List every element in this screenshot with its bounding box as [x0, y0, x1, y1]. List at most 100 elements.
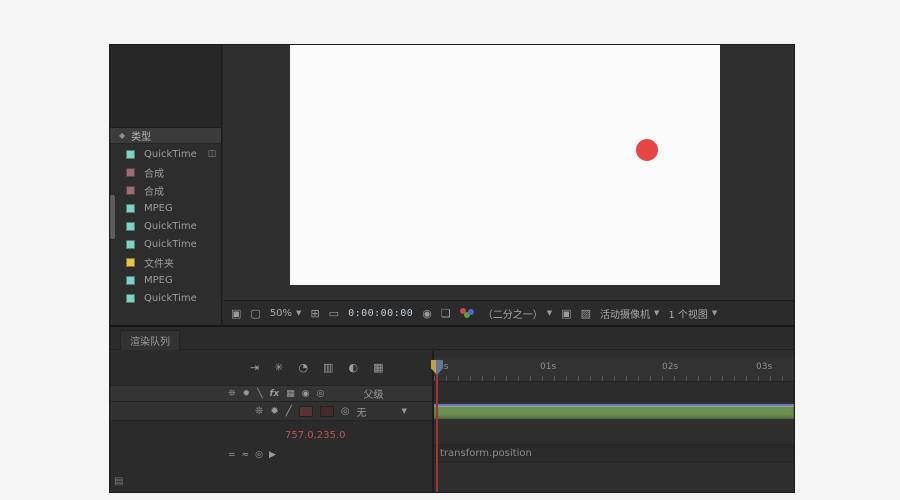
project-item-list: QuickTime ◫ 合成 合成 MPEG QuickTime: [110, 145, 221, 325]
motion-blur-icon[interactable]: ◐: [348, 361, 358, 374]
project-item-label: QuickTime: [144, 293, 197, 304]
ruler-ticks: [434, 376, 794, 381]
grid-guides-icon[interactable]: ⊞: [310, 308, 319, 319]
layer-quality-icon[interactable]: ╱: [286, 406, 292, 417]
layer-collapse-icon[interactable]: ✹: [270, 406, 278, 417]
project-scrollbar[interactable]: [110, 195, 115, 239]
folder-icon: [126, 258, 135, 267]
selection-corner-icon: [629, 132, 637, 140]
shy-column-icon[interactable]: ❊: [228, 389, 236, 399]
motion-blur-column-icon[interactable]: ◉: [302, 389, 310, 399]
expression-enable-icon[interactable]: =: [228, 450, 236, 460]
composition-icon: [126, 168, 135, 177]
view-layout-value: 1 个视图: [668, 306, 708, 321]
parent-value[interactable]: 无: [357, 404, 367, 419]
chevron-down-icon[interactable]: ▼: [402, 407, 407, 415]
project-item-label: 合成: [144, 183, 164, 198]
chevron-down-icon: ▼: [296, 309, 301, 317]
timeline-column-header: ❊ ✹ ╲ fx ▦ ◉ ◎ 父级: [110, 385, 432, 402]
quicktime-footage-icon: [126, 222, 135, 231]
parent-column-label[interactable]: 父级: [363, 386, 383, 401]
composition-canvas[interactable]: [290, 45, 720, 285]
project-item-label: QuickTime: [144, 149, 197, 160]
project-item-label: QuickTime: [144, 221, 197, 232]
layer-duration-bar[interactable]: [434, 404, 794, 419]
project-item-row[interactable]: MPEG: [110, 199, 221, 217]
fast-preview-icon[interactable]: ▣: [561, 308, 571, 319]
layer-selection-handles: [629, 132, 665, 168]
project-item-row[interactable]: 合成: [110, 181, 221, 199]
parent-pickwhip-icon[interactable]: ◎: [341, 406, 350, 417]
layer-mode-swatch[interactable]: [320, 406, 334, 417]
show-snapshot-icon[interactable]: ❏: [441, 308, 451, 319]
composition-viewer: ▣ ▢ 50% ▼ ⊞ ▭ 0:00:00:00 ◉ ❏ （二分之一） ▼ ▣: [223, 45, 794, 325]
project-item-label: 合成: [144, 165, 164, 180]
monitor-icon[interactable]: ▣: [231, 308, 241, 319]
project-panel: ◆ 类型 QuickTime ◫ 合成 合成: [110, 45, 222, 325]
collapse-column-icon[interactable]: ✹: [243, 389, 251, 399]
resolution-dropdown[interactable]: （二分之一） ▼: [483, 306, 552, 321]
project-item-label: MPEG: [144, 275, 173, 286]
project-item-row[interactable]: 合成: [110, 163, 221, 181]
render-queue-tab[interactable]: 渲染队列: [120, 330, 180, 350]
mini-flowchart-icon[interactable]: ⇥: [250, 361, 259, 374]
project-item-row[interactable]: MPEG: [110, 271, 221, 289]
snapshot-camera-icon[interactable]: ◉: [422, 308, 432, 319]
show-channels-icon[interactable]: [460, 308, 474, 319]
chevron-down-icon: ▼: [547, 309, 552, 317]
chevron-down-icon: ▼: [712, 309, 717, 317]
position-property-value[interactable]: 757.0,235.0: [285, 430, 345, 441]
project-preview-area: [110, 45, 221, 128]
quality-column-icon[interactable]: ╲: [257, 389, 262, 399]
panel-toggle-icon[interactable]: ▤: [114, 476, 123, 487]
quicktime-footage-icon: [126, 240, 135, 249]
region-of-interest-icon[interactable]: ▭: [329, 308, 339, 319]
shy-layers-icon[interactable]: ◔: [298, 361, 308, 374]
effects-column-icon[interactable]: fx: [270, 389, 280, 399]
type-column-header[interactable]: ◆ 类型: [110, 128, 221, 144]
desktop-background: ◆ 类型 QuickTime ◫ 合成 合成: [0, 0, 900, 500]
tag-icon: ◆: [119, 131, 125, 140]
view-layout-dropdown[interactable]: 1 个视图 ▼: [668, 306, 717, 321]
expression-pickwhip-icon[interactable]: ◎: [255, 450, 263, 460]
timeline-toolbar: ⇥ ✳ ◔ ▥ ◐ ▦: [250, 355, 383, 379]
expression-text[interactable]: transform.position: [440, 448, 532, 459]
layer-bar-body: [434, 406, 794, 419]
expression-track-row[interactable]: transform.position: [434, 445, 794, 463]
frame-blend-icon[interactable]: ▥: [323, 361, 333, 374]
project-item-label: QuickTime: [144, 239, 197, 250]
zoom-level-dropdown[interactable]: 50% ▼: [270, 308, 302, 319]
timeline-track-area[interactable]: 0s 01s 02s 03s transform.position: [432, 351, 794, 492]
resolution-value: （二分之一）: [483, 306, 543, 321]
quicktime-footage-icon: [126, 294, 135, 303]
selection-corner-icon: [657, 160, 665, 168]
transparency-grid-icon[interactable]: ▨: [581, 308, 591, 319]
expression-graph-icon[interactable]: ≈: [242, 450, 250, 460]
layer-shy-icon[interactable]: ❊: [255, 406, 263, 417]
frame-blend-column-icon[interactable]: ▦: [286, 389, 295, 399]
layer-track-row[interactable]: [434, 402, 794, 421]
expression-language-icon[interactable]: ▶: [269, 450, 276, 460]
three-d-column-icon[interactable]: ◎: [317, 389, 325, 399]
type-column-label: 类型: [131, 128, 151, 143]
expression-controls: = ≈ ◎ ▶: [228, 450, 276, 460]
camera-view-dropdown[interactable]: 活动摄像机 ▼: [600, 306, 659, 321]
project-item-row[interactable]: 文件夹: [110, 253, 221, 271]
project-item-row[interactable]: QuickTime ◫: [110, 145, 221, 163]
viewer-toolbar: ▣ ▢ 50% ▼ ⊞ ▭ 0:00:00:00 ◉ ❏ （二分之一） ▼ ▣: [223, 300, 794, 325]
mpeg-footage-icon: [126, 276, 135, 285]
layer-label-swatch[interactable]: [299, 406, 313, 417]
project-item-row[interactable]: QuickTime: [110, 289, 221, 307]
panel-tab-bar: 渲染队列: [110, 327, 794, 350]
timecode-display[interactable]: 0:00:00:00: [348, 308, 413, 319]
screen-icon[interactable]: ▢: [250, 308, 260, 319]
graph-editor-icon[interactable]: ▦: [373, 361, 383, 374]
time-ruler[interactable]: 0s 01s 02s 03s: [434, 357, 794, 382]
project-item-row[interactable]: QuickTime: [110, 217, 221, 235]
zoom-level-value: 50%: [270, 308, 292, 319]
project-item-row[interactable]: QuickTime: [110, 235, 221, 253]
mpeg-footage-icon: [126, 204, 135, 213]
timeline-left-columns: ⇥ ✳ ◔ ▥ ◐ ▦ ❊ ✹ ╲ fx ▦ ◉ ◎ 父级: [110, 351, 432, 492]
camera-view-value: 活动摄像机: [600, 306, 650, 321]
draft-3d-icon[interactable]: ✳: [274, 361, 283, 374]
